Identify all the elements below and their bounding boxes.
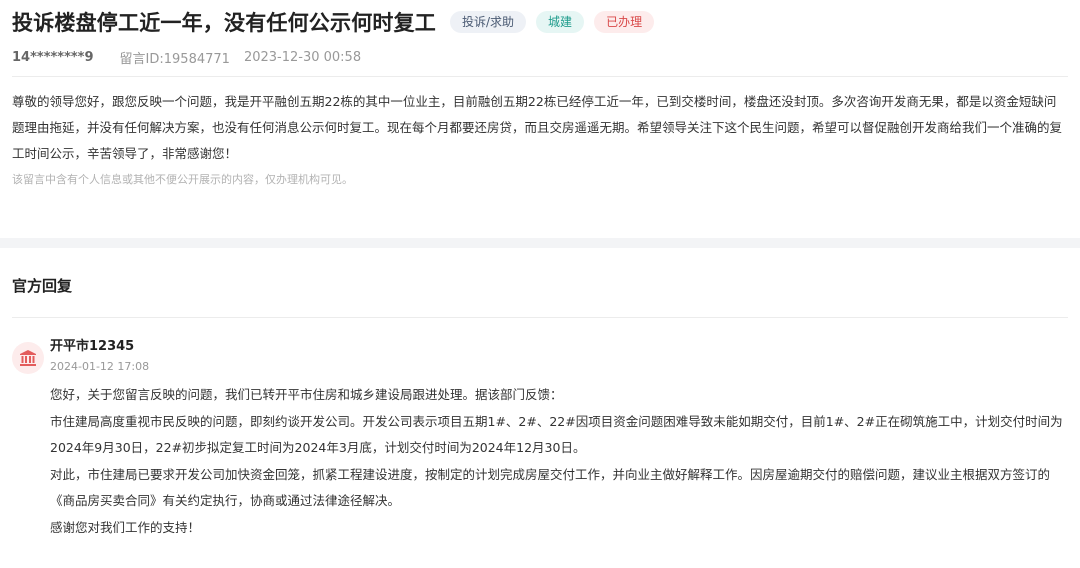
reply-body: 您好，关于您留言反映的问题，我们已转开平市住房和城乡建设局跟进处理。据该部门反馈… bbox=[50, 382, 1070, 541]
reply-section-title: 官方回复 bbox=[12, 277, 73, 295]
post-section: 投诉楼盘停工近一年，没有任何公示何时复工 投诉/求助 城建 已办理 14****… bbox=[0, 0, 1080, 189]
official-reply: 开平市12345 2024-01-12 17:08 您好，关于您留言反映的问题，… bbox=[12, 336, 1068, 541]
privacy-note: 该留言中含有个人信息或其他不便公开展示的内容，仅办理机构可见。 bbox=[12, 173, 353, 186]
org-info: 开平市12345 2024-01-12 17:08 bbox=[50, 336, 149, 376]
reply-header: 官方回复 bbox=[12, 268, 1068, 318]
post-content: 尊敬的领导您好，跟您反映一个问题，我是开平融创五期22栋的其中一位业主，目前融创… bbox=[12, 89, 1068, 189]
post-meta: 14********9 留言ID:19584771 2023-12-30 00:… bbox=[12, 46, 1068, 77]
reply-org: 开平市12345 2024-01-12 17:08 bbox=[12, 336, 1068, 376]
post-title: 投诉楼盘停工近一年，没有任何公示何时复工 bbox=[12, 11, 436, 35]
reply-paragraph: 对此，市住建局已要求开发公司加快资金回笼，抓紧工程建设进度，按制定的计划完成房屋… bbox=[50, 466, 1051, 509]
post-content-text: 尊敬的领导您好，跟您反映一个问题，我是开平融创五期22栋的其中一位业主，目前融创… bbox=[12, 94, 1063, 161]
reply-paragraph: 市住建局高度重视市民反映的问题，即刻约谈开发公司。开发公司表示项目五期1#、2#… bbox=[50, 413, 1063, 456]
reply-date: 2024-01-12 17:08 bbox=[50, 360, 150, 373]
post-user: 14********9 bbox=[12, 49, 94, 65]
reply-paragraph: 感谢您对我们工作的支持！ bbox=[50, 519, 201, 535]
page: 投诉楼盘停工近一年，没有任何公示何时复工 投诉/求助 城建 已办理 14****… bbox=[0, 0, 1080, 568]
tag-domain[interactable]: 城建 bbox=[536, 11, 585, 33]
status-badge: 已办理 bbox=[594, 11, 655, 33]
org-name: 开平市12345 bbox=[50, 339, 135, 354]
post-datetime: 2023-12-30 00:58 bbox=[243, 49, 362, 65]
tag-category[interactable]: 投诉/求助 bbox=[450, 11, 527, 33]
message-id: 留言ID:19584771 bbox=[119, 51, 230, 67]
title-row: 投诉楼盘停工近一年，没有任何公示何时复工 投诉/求助 城建 已办理 bbox=[12, 8, 1068, 36]
reply-paragraph: 您好，关于您留言反映的问题，我们已转开平市住房和城乡建设局跟进处理。据该部门反馈… bbox=[50, 387, 563, 402]
government-building-icon bbox=[12, 342, 44, 374]
section-divider bbox=[0, 238, 1080, 248]
